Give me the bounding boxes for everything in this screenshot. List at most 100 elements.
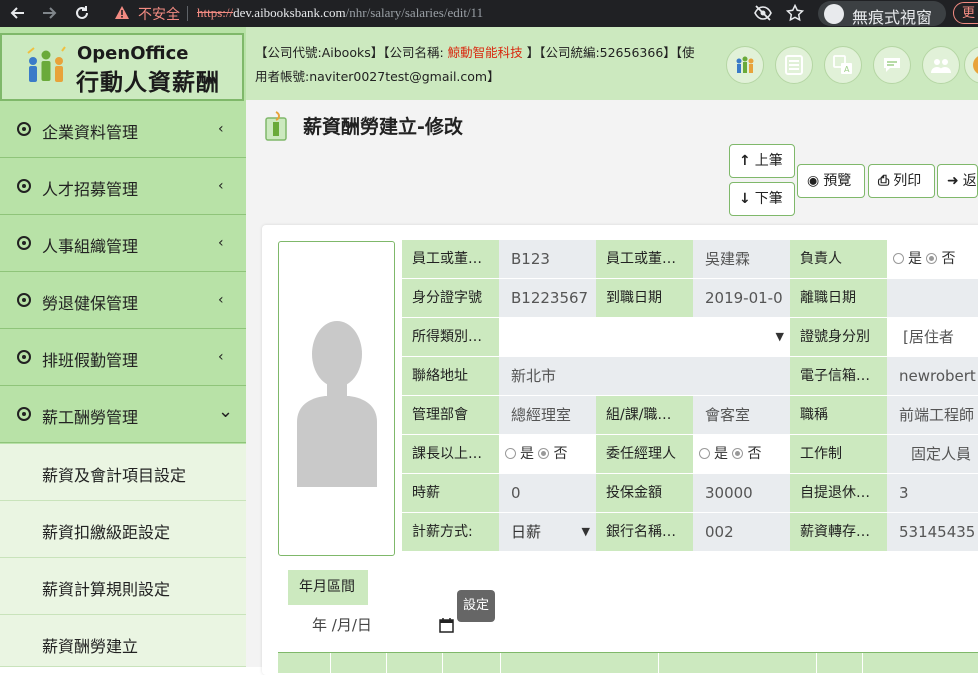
group-icon[interactable]: [922, 46, 960, 84]
form-row: 聯絡地址 新北市 電子信箱… newrobert: [402, 357, 978, 396]
form-row: 員工或董… B123 員工或董… 吳建霖 負責人 是 否: [402, 240, 978, 279]
form-row: 所得類別… ▼ 證號身分別 [居住者▼: [402, 318, 978, 357]
table-divider: [658, 653, 659, 673]
pay-method-select[interactable]: 日薪 ▼: [499, 513, 596, 551]
radio-button[interactable]: [926, 253, 938, 264]
label-appointed-manager: 委任經理人: [596, 435, 693, 473]
back-button[interactable]: ➜ 返: [937, 164, 978, 198]
next-record-button[interactable]: ↓ 下筆: [729, 182, 795, 216]
work-system-select[interactable]: 固定人員▼: [887, 435, 978, 473]
label-id-category: 證號身分別: [790, 318, 887, 356]
calendar-icon[interactable]: [439, 617, 454, 633]
radio-button[interactable]: [538, 448, 550, 459]
sidebar-subitem-salary-items[interactable]: 薪資及會計項目設定: [0, 444, 246, 501]
radio-button[interactable]: [893, 253, 904, 264]
employee-photo[interactable]: [278, 241, 395, 556]
id-category-value: [居住者: [903, 328, 954, 346]
manager-level-radio-group[interactable]: 是 否: [499, 435, 596, 473]
chat-icon[interactable]: [873, 46, 911, 84]
hire-date-field[interactable]: 2019-01-0: [693, 279, 790, 317]
owner-radio-group[interactable]: 是 否: [887, 240, 978, 278]
insured-amount-field[interactable]: 30000: [693, 474, 790, 512]
address-bar[interactable]: https://dev.aibooksbank.com/nhr/salary/s…: [197, 5, 483, 21]
chevron-down-icon: ▼: [775, 330, 784, 343]
back-arrow-icon[interactable]: [9, 4, 27, 22]
department-field[interactable]: 總經理室: [499, 396, 596, 434]
update-button[interactable]: 更: [953, 2, 978, 24]
star-icon[interactable]: [786, 4, 804, 22]
email-field[interactable]: newrobert: [887, 357, 978, 395]
appointed-manager-radio-group[interactable]: 是 否: [693, 435, 790, 473]
sidebar-item-insurance[interactable]: 勞退健保管理 ‹: [0, 273, 246, 329]
arrow-up-icon: ↑: [739, 153, 751, 169]
divider: [187, 6, 188, 21]
sidebar-item-payroll[interactable]: 薪工酬勞管理 ⌄: [0, 387, 246, 443]
section-field[interactable]: 會客室: [693, 396, 790, 434]
eye-off-icon[interactable]: [753, 4, 773, 22]
sidebar-subitem-label: 薪資及會計項目設定: [42, 466, 187, 485]
sidebar-subitem-label: 薪資酬勞建立: [42, 637, 139, 656]
label-hourly-wage: 時薪: [402, 474, 499, 512]
forward-arrow-icon[interactable]: [40, 4, 58, 22]
preview-button[interactable]: ◉ 預覽: [797, 164, 865, 198]
sidebar-subitem-calc-rules[interactable]: 薪資計算規則設定: [0, 558, 246, 615]
chevron-left-icon: ‹: [218, 178, 224, 194]
radio-button[interactable]: [732, 448, 744, 459]
radio-dot-icon: [17, 122, 31, 136]
prev-record-label: 上筆: [754, 153, 783, 169]
radio-button[interactable]: [505, 448, 516, 459]
main-content: 薪資酬勞建立-修改 ↑ 上筆 ↓ 下筆 ◉ 預覽 ⎙ 列印 ➜ 返 員工或董… B123 …: [246, 100, 978, 675]
radio-dot-icon: [17, 293, 31, 307]
label-income-type: 所得類別…: [402, 318, 499, 356]
pension-rate-field[interactable]: 3: [887, 474, 978, 512]
sidebar-item-company-data[interactable]: 企業資料管理 ‹: [0, 102, 246, 158]
printer-icon: ⎙: [878, 173, 890, 189]
table-divider: [862, 653, 863, 673]
sidebar-item-personnel[interactable]: 人事組織管理 ‹: [0, 216, 246, 272]
sidebar-subitem-label: 薪資扣繳級距設定: [42, 523, 171, 542]
prev-record-button[interactable]: ↑ 上筆: [729, 144, 795, 178]
table-divider: [386, 653, 387, 673]
logo[interactable]: OpenOffice 行動人資薪酬: [0, 33, 244, 101]
hourly-wage-field[interactable]: 0: [499, 474, 596, 512]
chevron-left-icon: ‹: [218, 349, 224, 365]
radio-label-yes: 是: [520, 446, 534, 462]
sidebar-item-recruitment[interactable]: 人才招募管理 ‹: [0, 159, 246, 215]
reload-icon[interactable]: [73, 4, 91, 22]
sidebar-subitem-withholding[interactable]: 薪資扣繳級距設定: [0, 501, 246, 558]
salary-account-field[interactable]: 53145435: [887, 513, 978, 551]
logo-brand-zh: 行動人資薪酬: [76, 70, 220, 96]
incognito-label: 無痕式視窗: [852, 8, 933, 27]
sidebar-subitem-salary-create[interactable]: 薪資酬勞建立: [0, 615, 246, 667]
translate-icon[interactable]: A: [824, 46, 862, 84]
chevron-down-icon: ▼: [581, 525, 590, 538]
form-row: 計薪方式: 日薪 ▼ 銀行名稱… 002 薪資轉存… 53145435: [402, 513, 978, 552]
print-button[interactable]: ⎙ 列印: [868, 164, 935, 198]
chevron-left-icon: ‹: [218, 292, 224, 308]
url-protocol: https://: [197, 5, 234, 20]
list-icon[interactable]: [775, 46, 813, 84]
incognito-badge[interactable]: 無痕式視窗: [818, 1, 946, 27]
leave-date-field[interactable]: [887, 279, 978, 317]
income-type-select[interactable]: ▼: [499, 318, 790, 356]
label-pension-rate: 自提退休…: [790, 474, 887, 512]
address-field[interactable]: 新北市: [499, 357, 790, 395]
employee-name-field[interactable]: 吳建霖: [693, 240, 790, 278]
avatar[interactable]: [964, 46, 978, 84]
radio-button[interactable]: [699, 448, 710, 459]
sidebar-item-label: 勞退健保管理: [42, 294, 139, 313]
sidebar-item-label: 人事組織管理: [42, 237, 139, 256]
label-manager-level: 課長以上…: [402, 435, 499, 473]
job-title-field[interactable]: 前端工程師: [887, 396, 978, 434]
id-number-field[interactable]: B1223567: [499, 279, 596, 317]
insecure-label[interactable]: 不安全: [138, 4, 180, 24]
people-icon[interactable]: [726, 46, 764, 84]
period-label: 年月區間: [288, 570, 368, 605]
employee-id-field[interactable]: B123: [499, 240, 596, 278]
sidebar-item-attendance[interactable]: 排班假勤管理 ‹: [0, 330, 246, 386]
warning-icon[interactable]: [114, 5, 130, 21]
id-category-select[interactable]: [居住者▼: [887, 318, 978, 356]
chevron-left-icon: ‹: [218, 121, 224, 137]
label-address: 聯絡地址: [402, 357, 499, 395]
bank-name-field[interactable]: 002: [693, 513, 790, 551]
